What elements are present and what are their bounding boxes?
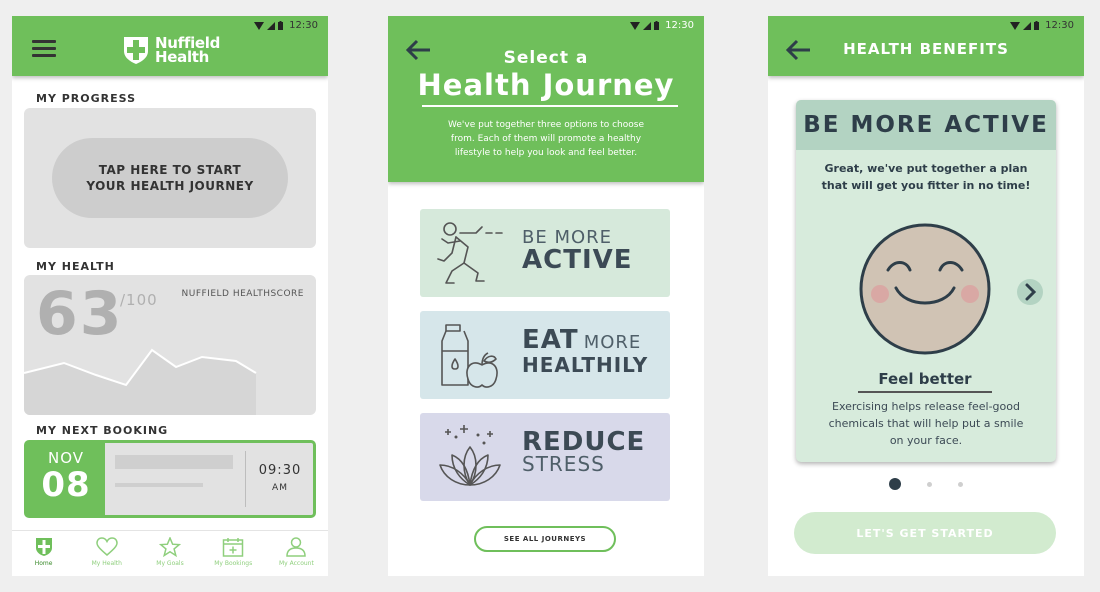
logo-line-2: Health: [155, 48, 210, 66]
health-score-card[interactable]: 63 /100 NUFFIELD HEALTHSCORE: [24, 275, 316, 415]
next-chevron-icon[interactable]: [1016, 278, 1044, 306]
status-time: 12:30: [1045, 20, 1074, 31]
booking-subtitle-placeholder: [115, 483, 203, 487]
status-bar: 12:30: [1010, 20, 1074, 31]
benefit-title-underline: [858, 391, 992, 393]
journey-header: 12:30 Select a Health Journey We've put …: [388, 16, 704, 182]
my-next-booking-label: MY NEXT BOOKING: [36, 424, 169, 437]
journey-1-line2: ACTIVE: [522, 245, 633, 275]
progress-card: TAP HERE TO START YOUR HEALTH JOURNEY: [24, 108, 316, 248]
signal-icon: [643, 21, 652, 30]
tab-my-goals[interactable]: My Goals: [138, 531, 201, 576]
journey-3-line1: REDUCE: [522, 427, 646, 457]
battery-icon: [654, 21, 660, 30]
tab-label: Home: [34, 560, 53, 567]
heart-icon: [96, 537, 118, 556]
lotus-icon: [439, 425, 501, 486]
booking-day: 08: [41, 465, 91, 505]
booking-time: 09:30: [258, 463, 302, 478]
see-all-journeys-button[interactable]: SEE ALL JOURNEYS: [474, 526, 616, 552]
journey-title-big: Health Journey: [417, 68, 675, 102]
carousel-pagination: [768, 478, 1084, 490]
status-bar: 12:30: [630, 20, 694, 31]
milk-apple-icon: [441, 324, 498, 388]
home-screen: Nuffield Health 12:30 MY PROGRESS TAP HE…: [12, 16, 328, 576]
journey-2-line1-bold: EAT: [522, 325, 579, 355]
tab-label: My Goals: [156, 560, 184, 567]
carousel-dot[interactable]: [958, 481, 963, 487]
booking-date: NOV 08: [27, 443, 105, 515]
carousel-dot-active[interactable]: [889, 478, 901, 490]
benefit-card-intro: Great, we've put together a plan that wi…: [821, 162, 1031, 192]
runner-icon: [437, 222, 503, 284]
tab-home[interactable]: Home: [12, 531, 75, 576]
journey-title-small: Select a: [503, 48, 589, 68]
benefit-description: Exercising helps release feel-good chemi…: [828, 400, 1024, 447]
my-progress-label: MY PROGRESS: [36, 92, 136, 105]
journey-2-line2: HEALTHILY: [522, 353, 649, 377]
benefits-title: HEALTH BENEFITS: [843, 40, 1009, 58]
signal-icon: [267, 21, 276, 30]
tab-label: My Account: [278, 560, 314, 567]
star-icon: [159, 537, 181, 557]
signal-icon: [1023, 21, 1032, 30]
status-time: 12:30: [665, 20, 694, 31]
tab-my-bookings[interactable]: My Bookings: [202, 531, 265, 576]
journey-option-be-more-active[interactable]: BE MORE ACTIVE: [420, 209, 670, 297]
shield-logo-icon: [124, 37, 148, 64]
booking-title-placeholder: [115, 455, 233, 469]
calendar-icon: [222, 538, 244, 557]
tab-label: My Health: [91, 560, 122, 567]
benefits-header: 12:30 HEALTH BENEFITS: [768, 16, 1084, 76]
status-time: 12:30: [289, 20, 318, 31]
shield-icon: [35, 538, 52, 556]
booking-ampm: AM: [272, 483, 288, 493]
next-booking-card[interactable]: NOV 08 09:30 AM: [24, 440, 316, 518]
person-icon: [286, 537, 307, 557]
tab-my-health[interactable]: My Health: [75, 531, 138, 576]
nuffield-logo: Nuffield Health: [122, 35, 220, 65]
battery-icon: [278, 21, 284, 30]
tab-my-account[interactable]: My Account: [265, 531, 328, 576]
journey-2-line1-light: MORE: [583, 332, 642, 353]
health-score-graph: [24, 348, 257, 415]
select-journey-screen: 12:30 Select a Health Journey We've put …: [388, 16, 704, 576]
smiley-face-icon: [859, 223, 991, 355]
benefit-card: BE MORE ACTIVE Great, we've put together…: [796, 100, 1056, 462]
wifi-icon: [630, 21, 641, 30]
carousel-dot[interactable]: [927, 481, 932, 487]
tab-label: My Bookings: [214, 560, 253, 567]
status-bar: 12:30: [254, 20, 318, 31]
benefit-title: Feel better: [878, 370, 972, 388]
bottom-tab-bar: Home My Health My Goals My Bookings My A…: [12, 530, 328, 576]
journey-description: We've put together three options to choo…: [448, 120, 644, 158]
benefit-card-title: BE MORE ACTIVE: [796, 100, 1056, 150]
app-header: Nuffield Health 12:30: [12, 16, 328, 76]
title-underline: [422, 105, 678, 107]
wifi-icon: [1010, 21, 1021, 30]
booking-divider: [245, 451, 246, 507]
wifi-icon: [254, 21, 265, 30]
my-health-label: MY HEALTH: [36, 260, 115, 273]
journey-option-reduce-stress[interactable]: REDUCE STRESS: [420, 413, 670, 501]
health-benefits-screen: 12:30 HEALTH BENEFITS BE MORE ACTIVE Gre…: [768, 16, 1084, 576]
menu-icon[interactable]: [32, 40, 56, 58]
battery-icon: [1034, 21, 1040, 30]
lets-get-started-button[interactable]: LET'S GET STARTED: [794, 512, 1056, 554]
start-journey-button[interactable]: TAP HERE TO START YOUR HEALTH JOURNEY: [52, 138, 288, 218]
journey-option-eat-more-healthily[interactable]: EAT MORE HEALTHILY: [420, 311, 670, 399]
